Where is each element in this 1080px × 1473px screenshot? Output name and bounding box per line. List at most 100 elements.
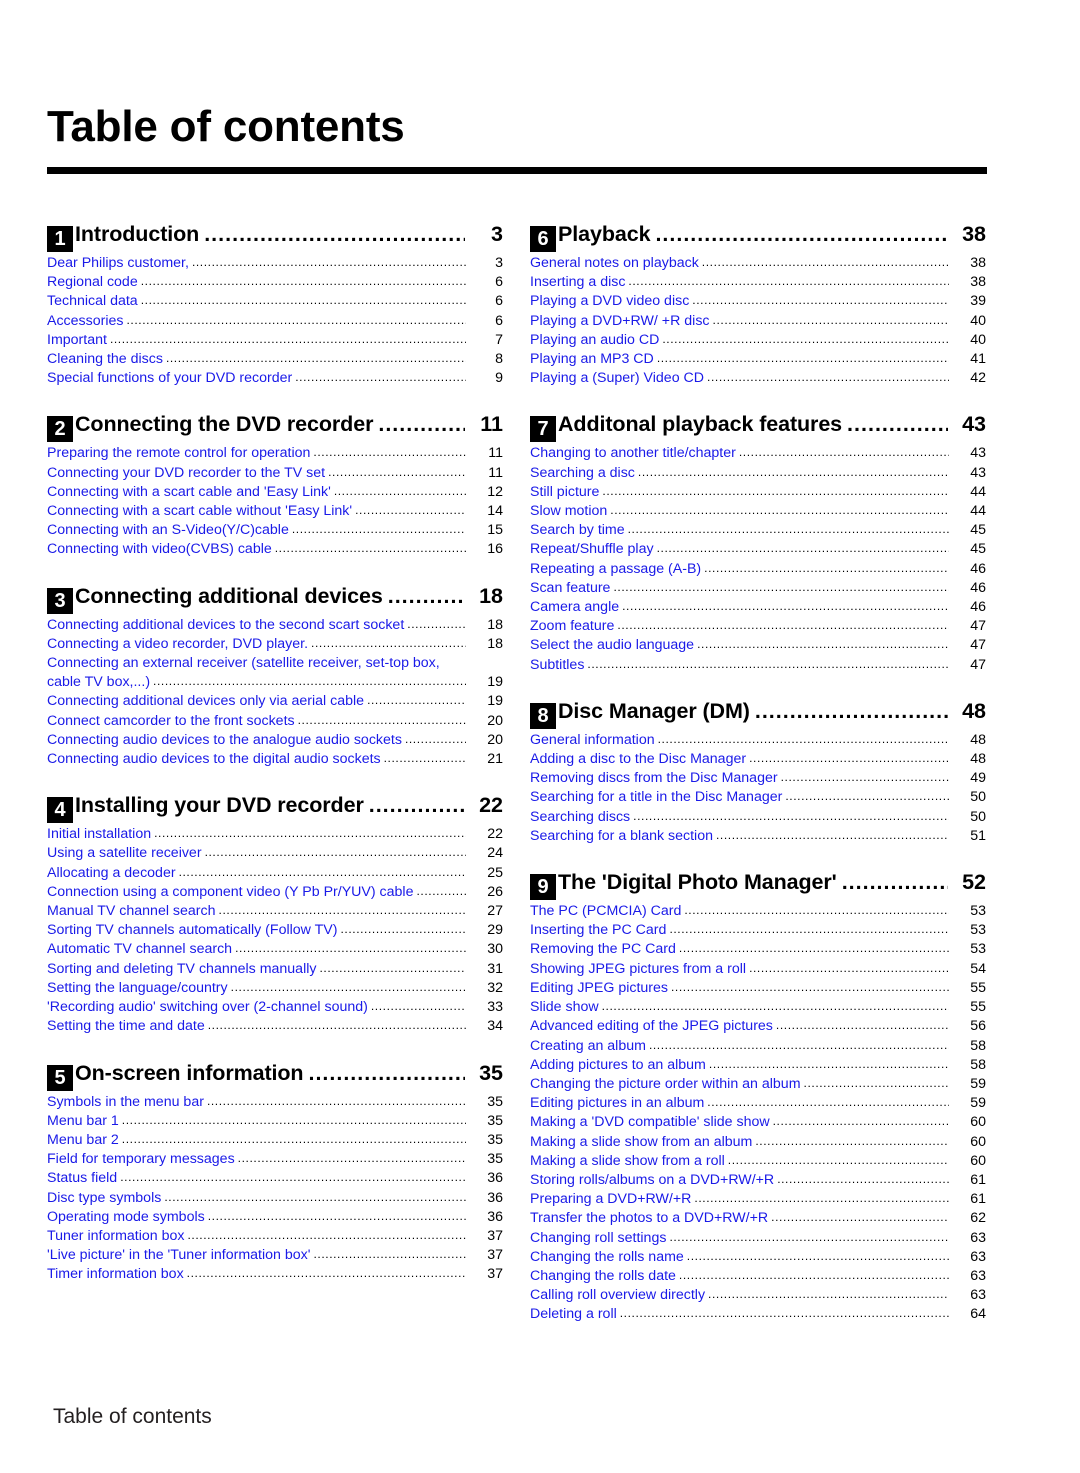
toc-entry[interactable]: Menu bar 2..............................…	[47, 1131, 503, 1150]
toc-entry[interactable]: Connecting with a scart cable and 'Easy …	[47, 483, 503, 502]
toc-entry[interactable]: Manual TV channel search................…	[47, 902, 503, 921]
toc-entry[interactable]: Symbols in the menu bar.................…	[47, 1093, 503, 1112]
toc-entry[interactable]: Connecting with video(CVBS) cable.......…	[47, 540, 503, 559]
toc-entry[interactable]: Connecting additional devices to the sec…	[47, 616, 503, 635]
toc-entry[interactable]: Automatic TV channel search.............…	[47, 940, 503, 959]
toc-entry[interactable]: Using a satellite receiver..............…	[47, 844, 503, 863]
toc-entry[interactable]: Playing a DVD video disc................…	[530, 292, 986, 311]
toc-entry[interactable]: Making a slide show from a roll.........…	[530, 1152, 986, 1171]
toc-entry[interactable]: Repeating a passage (A-B)...............…	[530, 560, 986, 579]
toc-entry[interactable]: Cleaning the discs......................…	[47, 350, 503, 369]
toc-entry[interactable]: Making a 'DVD compatible' slide show....…	[530, 1113, 986, 1132]
toc-entry[interactable]: Changing the rolls name.................…	[530, 1248, 986, 1267]
section-heading[interactable]: 9 The 'Digital Photo Manager'............…	[530, 870, 986, 901]
toc-entry-page-number: 53	[970, 922, 986, 939]
toc-entry[interactable]: Sorting TV channels automatically (Follo…	[47, 921, 503, 940]
toc-entry[interactable]: Field for temporary messages............…	[47, 1150, 503, 1169]
toc-entry[interactable]: Connecting your DVD recorder to the TV s…	[47, 464, 503, 483]
section-heading[interactable]: 8 Disc Manager (DM)......................…	[530, 699, 986, 729]
toc-entry[interactable]: Playing an audio CD.....................…	[530, 331, 986, 350]
toc-entry-label: Connecting with a scart cable without 'E…	[47, 503, 353, 520]
toc-entry[interactable]: Inserting the PC Card...................…	[530, 921, 986, 940]
toc-entry[interactable]: Special functions of your DVD recorder..…	[47, 369, 503, 388]
toc-entry[interactable]: Slide show..............................…	[530, 998, 986, 1017]
section-heading[interactable]: 6 Playback...............................…	[530, 222, 986, 252]
toc-entry[interactable]: Deleting a roll.........................…	[530, 1305, 986, 1324]
toc-entry[interactable]: Connecting additional devices only via a…	[47, 692, 503, 711]
toc-entry[interactable]: Creating an album.......................…	[530, 1037, 986, 1056]
toc-entry[interactable]: Zoom feature............................…	[530, 617, 986, 636]
toc-entry-page-number: 56	[970, 1018, 986, 1035]
toc-entry[interactable]: Searching a disc........................…	[530, 464, 986, 483]
toc-entry[interactable]: Dear Philips customer,..................…	[47, 254, 503, 273]
toc-entry[interactable]: Slow motion.............................…	[530, 502, 986, 521]
toc-entry[interactable]: Playing an MP3 CD.......................…	[530, 350, 986, 369]
toc-entry[interactable]: Removing the PC Card....................…	[530, 940, 986, 959]
toc-entry[interactable]: Searching for a blank section...........…	[530, 827, 986, 846]
toc-entry[interactable]: Tuner information box...................…	[47, 1227, 503, 1246]
toc-entry[interactable]: Changing the picture order within an alb…	[530, 1075, 986, 1094]
toc-entry[interactable]: Calling roll overview directly..........…	[530, 1286, 986, 1305]
toc-entry[interactable]: Connecting a video recorder, DVD player.…	[47, 635, 503, 654]
toc-entry[interactable]: Disc type symbols.......................…	[47, 1189, 503, 1208]
toc-entry[interactable]: Technical data..........................…	[47, 292, 503, 311]
toc-entry[interactable]: Connecting with a scart cable without 'E…	[47, 502, 503, 521]
toc-entry[interactable]: Playing a (Super) Video CD..............…	[530, 369, 986, 388]
toc-entry[interactable]: Menu bar 1..............................…	[47, 1112, 503, 1131]
toc-entry[interactable]: Transfer the photos to a DVD+RW/+R......…	[530, 1209, 986, 1228]
toc-entry[interactable]: Operating mode symbols..................…	[47, 1208, 503, 1227]
toc-entry[interactable]: Search by time..........................…	[530, 521, 986, 540]
toc-entry[interactable]: Preparing the remote control for operati…	[47, 444, 503, 463]
toc-entry[interactable]: Important...............................…	[47, 331, 503, 350]
section-heading[interactable]: 7 Additonal playback features............…	[530, 412, 986, 443]
toc-entry[interactable]: Searching for a title in the Disc Manage…	[530, 788, 986, 807]
toc-entry[interactable]: Allocating a decoder....................…	[47, 864, 503, 883]
section-heading[interactable]: 4 Installing your DVD recorder...........…	[47, 793, 503, 824]
toc-entry[interactable]: Storing rolls/albums on a DVD+RW/+R.....…	[530, 1171, 986, 1190]
toc-entry[interactable]: Camera angle............................…	[530, 598, 986, 617]
toc-entry[interactable]: Sorting and deleting TV channels manuall…	[47, 960, 503, 979]
toc-entry[interactable]: Changing the rolls date.................…	[530, 1267, 986, 1286]
section-heading[interactable]: 3 Connecting additional devices..........…	[47, 584, 503, 614]
toc-entry[interactable]: Regional code...........................…	[47, 273, 503, 292]
toc-entry[interactable]: General information.....................…	[530, 731, 986, 750]
toc-entry[interactable]: Scan feature............................…	[530, 579, 986, 598]
toc-entry[interactable]: Still picture...........................…	[530, 483, 986, 502]
toc-entry[interactable]: Advanced editing of the JPEG pictures...…	[530, 1017, 986, 1036]
toc-entry[interactable]: Setting the language/country............…	[47, 979, 503, 998]
toc-entry[interactable]: The PC (PCMCIA) Card....................…	[530, 902, 986, 921]
toc-entry[interactable]: Repeat/Shuffle play.....................…	[530, 540, 986, 559]
section-heading[interactable]: 2 Connecting the DVD recorder............…	[47, 412, 503, 443]
toc-entry[interactable]: Connecting audio devices to the digital …	[47, 750, 503, 769]
toc-entry[interactable]: Setting the time and date...............…	[47, 1017, 503, 1036]
toc-entry[interactable]: Initial installation....................…	[47, 825, 503, 844]
toc-entry[interactable]: Showing JPEG pictures from a roll.......…	[530, 960, 986, 979]
toc-entry[interactable]: Editing JPEG pictures...................…	[530, 979, 986, 998]
toc-entry[interactable]: Changing roll settings..................…	[530, 1229, 986, 1248]
toc-entry[interactable]: Connecting audio devices to the analogue…	[47, 731, 503, 750]
toc-entry[interactable]: Timer information box...................…	[47, 1265, 503, 1284]
toc-entry[interactable]: Preparing a DVD+RW/+R...................…	[530, 1190, 986, 1209]
toc-entry[interactable]: Editing pictures in an album............…	[530, 1094, 986, 1113]
toc-entry[interactable]: Connecting an external receiver (satelli…	[47, 654, 503, 692]
section-heading[interactable]: 5 On-screen information..................…	[47, 1061, 503, 1091]
toc-entry[interactable]: Adding pictures to an album.............…	[530, 1056, 986, 1075]
toc-entry[interactable]: Searching discs.........................…	[530, 808, 986, 827]
toc-entry[interactable]: Making a slide show from an album.......…	[530, 1133, 986, 1152]
toc-entry[interactable]: 'Recording audio' switching over (2-chan…	[47, 998, 503, 1017]
toc-entry[interactable]: Select the audio language...............…	[530, 636, 986, 655]
toc-entry[interactable]: Removing discs from the Disc Manager....…	[530, 769, 986, 788]
toc-entry[interactable]: Connecting with an S-Video(Y/C)cable....…	[47, 521, 503, 540]
toc-entry[interactable]: 'Live picture' in the 'Tuner information…	[47, 1246, 503, 1265]
toc-entry[interactable]: Inserting a disc........................…	[530, 273, 986, 292]
toc-entry[interactable]: General notes on playback...............…	[530, 254, 986, 273]
toc-entry[interactable]: Changing to another title/chapter.......…	[530, 444, 986, 463]
toc-entry[interactable]: Status field............................…	[47, 1169, 503, 1188]
section-heading[interactable]: 1 Introduction...........................…	[47, 222, 503, 252]
toc-entry[interactable]: Adding a disc to the Disc Manager.......…	[530, 750, 986, 769]
toc-entry[interactable]: Subtitles...............................…	[530, 656, 986, 675]
toc-entry[interactable]: Connection using a component video (Y Pb…	[47, 883, 503, 902]
toc-entry[interactable]: Accessories.............................…	[47, 312, 503, 331]
toc-entry[interactable]: Connect camcorder to the front sockets..…	[47, 712, 503, 731]
toc-entry[interactable]: Playing a DVD+RW/ +R disc...............…	[530, 312, 986, 331]
